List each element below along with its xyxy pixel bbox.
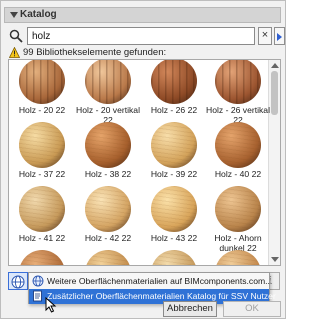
material-preview-sphere — [85, 250, 131, 265]
catalog-dialog: Katalog × 99 Bibliothekselemente gefunde… — [0, 0, 286, 319]
material-label: Holz - 39 22 — [150, 169, 198, 179]
search-options-button[interactable] — [274, 27, 285, 45]
clear-search-button[interactable]: × — [258, 27, 272, 45]
cancel-button[interactable]: Abbrechen — [163, 301, 217, 317]
material-preview-sphere — [151, 60, 197, 104]
result-status: 99 Bibliothekselemente gefunden: — [9, 47, 279, 59]
catalog-section-header[interactable]: Katalog — [4, 7, 281, 23]
material-label: Holz - 37 22 — [18, 169, 66, 179]
material-tile[interactable]: Holz - 40 22 — [209, 122, 267, 184]
library-options-button[interactable] — [8, 272, 28, 290]
material-tile[interactable]: Holz - 38 22 — [79, 122, 137, 184]
menu-item-bimcomponents[interactable]: Weitere Oberflächenmaterialien auf BIMco… — [29, 274, 273, 289]
scroll-up-icon[interactable] — [271, 63, 279, 68]
material-preview-sphere — [85, 186, 131, 232]
material-label: Holz - 42 22 — [84, 233, 132, 243]
material-tile[interactable]: Holz - 43 22 — [145, 186, 203, 248]
material-preview-sphere — [215, 250, 261, 265]
search-input[interactable] — [27, 27, 255, 45]
material-tile[interactable]: Holz - 26 vertikal 22 — [206, 60, 270, 125]
material-tile[interactable]: Holz - 37 22 — [13, 122, 71, 184]
material-grid: Holz - 20 22 Holz - 20 vertikal 22 Holz - … — [8, 59, 281, 266]
material-label: Holz - 20 22 — [18, 105, 66, 115]
material-tile[interactable]: Holz - 26 22 — [145, 60, 203, 120]
globe-icon — [32, 275, 44, 287]
material-tile[interactable]: Holz - 20 22 — [13, 60, 71, 120]
scroll-down-icon[interactable] — [271, 257, 279, 262]
material-preview-sphere — [151, 250, 197, 265]
play-arrow-icon — [277, 33, 282, 41]
material-preview-sphere — [19, 250, 65, 265]
search-row: × — [8, 27, 285, 45]
material-preview-sphere — [151, 122, 197, 168]
mouse-cursor-icon — [45, 297, 57, 313]
section-title: Katalog — [20, 9, 57, 20]
material-tile[interactable]: Holz - 41 22 — [13, 186, 71, 248]
material-label: Holz - 40 22 — [214, 169, 262, 179]
material-tile[interactable] — [79, 250, 137, 265]
material-tile[interactable]: Holz - 20 vertikal 22 — [76, 60, 140, 125]
material-label: Holz - 38 22 — [84, 169, 132, 179]
ok-button[interactable]: OK — [223, 301, 281, 317]
material-preview-sphere — [215, 122, 261, 168]
globe-library-icon — [11, 275, 25, 289]
catalog-file-icon — [33, 290, 42, 302]
material-tile[interactable]: Holz - Ahorn dunkel 22 — [209, 186, 267, 253]
material-tile[interactable]: Holz - 42 22 — [79, 186, 137, 248]
material-preview-sphere — [215, 186, 261, 232]
warning-icon — [9, 47, 20, 58]
material-label: Holz - 43 22 — [150, 233, 198, 243]
material-preview-sphere — [85, 60, 131, 104]
material-label: Holz - 41 22 — [18, 233, 66, 243]
menu-item-label: Weitere Oberflächenmaterialien auf BIMco… — [47, 276, 273, 286]
collapse-triangle-icon[interactable] — [10, 12, 18, 18]
material-tile[interactable]: Holz - 39 22 — [145, 122, 203, 184]
material-preview-sphere — [215, 60, 261, 104]
material-tile[interactable] — [209, 250, 267, 265]
material-preview-sphere — [19, 122, 65, 168]
material-tile[interactable] — [13, 250, 71, 265]
material-preview-sphere — [151, 186, 197, 232]
material-preview-sphere — [19, 186, 65, 232]
material-label: Holz - 26 22 — [150, 105, 198, 115]
scrollbar-thumb[interactable] — [271, 71, 278, 115]
material-preview-sphere — [19, 60, 65, 104]
search-icon — [9, 29, 23, 43]
menu-item-label: Zusätzlicher Oberflächenmaterialien Kata… — [47, 291, 276, 301]
material-tile[interactable] — [145, 250, 203, 265]
result-count-text: 99 Bibliothekselemente gefunden: — [23, 47, 167, 58]
library-dropdown-menu: Weitere Oberflächenmaterialien auf BIMco… — [28, 272, 276, 304]
material-preview-sphere — [85, 122, 131, 168]
